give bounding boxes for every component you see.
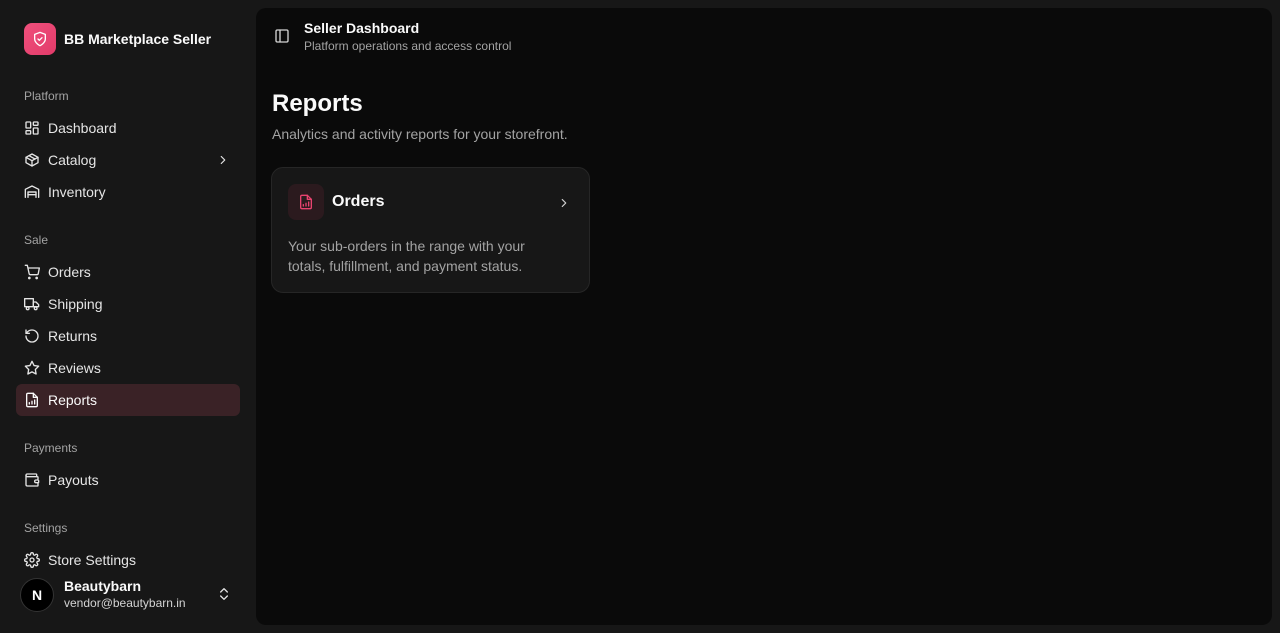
sidebar-item-label: Catalog xyxy=(48,152,97,168)
sidebar-item-label: Payouts xyxy=(48,472,99,488)
package-icon xyxy=(25,153,39,167)
group-label-settings: Settings xyxy=(24,521,68,535)
user-name: Beautybarn xyxy=(64,578,142,594)
chevron-right-icon xyxy=(220,155,226,165)
shield-icon xyxy=(24,23,56,55)
star-icon xyxy=(24,360,40,375)
file-chart-icon xyxy=(26,392,38,408)
wallet-icon xyxy=(25,473,40,487)
brand-name: BB Marketplace Seller xyxy=(64,31,212,47)
sidebar-item-payouts[interactable]: Payouts xyxy=(16,464,240,496)
sidebar-item-label: Orders xyxy=(48,264,91,280)
main-content: Seller Dashboard Platform operations and… xyxy=(256,8,1272,625)
page-description: Analytics and activity reports for your … xyxy=(272,126,568,142)
sidebar-item-orders[interactable]: Orders xyxy=(16,256,240,288)
card-description: Your sub-orders in the range with your t… xyxy=(288,238,525,274)
sidebar-item-catalog[interactable]: Catalog xyxy=(16,144,240,176)
truck-icon xyxy=(24,298,40,311)
sidebar-item-returns[interactable]: Returns xyxy=(16,320,240,352)
brand[interactable]: BB Marketplace Seller xyxy=(24,23,211,55)
file-chart-icon xyxy=(288,184,324,220)
user-email: vendor@beautybarn.in xyxy=(64,596,186,610)
sidebar-item-label: Shipping xyxy=(48,296,103,312)
sidebar-toggle-icon[interactable] xyxy=(274,28,290,44)
group-label-sale: Sale xyxy=(24,233,49,247)
cart-icon xyxy=(24,264,40,280)
sidebar-item-dashboard[interactable]: Dashboard xyxy=(16,112,240,144)
card-title: Orders xyxy=(332,193,385,210)
group-label-payments: Payments xyxy=(24,441,78,455)
dashboard-icon xyxy=(25,121,39,135)
sidebar-item-label: Reviews xyxy=(48,360,101,376)
sidebar-item-label: Store Settings xyxy=(48,552,136,568)
rotate-ccw-icon xyxy=(25,329,39,343)
chevron-right-icon xyxy=(561,198,567,208)
sidebar: BB Marketplace Seller Platform Dashboard… xyxy=(0,0,256,633)
sidebar-item-reports[interactable]: Reports xyxy=(16,384,240,416)
sidebar-item-reviews[interactable]: Reviews xyxy=(16,352,240,384)
report-card-orders[interactable]: Orders Your sub-orders in the range with… xyxy=(271,167,590,293)
topbar-subtitle: Platform operations and access control xyxy=(304,39,512,53)
sidebar-item-label: Dashboard xyxy=(48,120,117,136)
gear-icon xyxy=(24,552,40,568)
avatar: N xyxy=(20,578,54,612)
sidebar-item-label: Returns xyxy=(48,328,98,344)
sidebar-item-label: Inventory xyxy=(48,184,106,200)
sidebar-item-shipping[interactable]: Shipping xyxy=(16,288,240,320)
chevrons-up-down-icon xyxy=(220,588,228,600)
group-label-platform: Platform xyxy=(24,89,69,103)
nav-scroll-clip: Store Settings xyxy=(0,542,256,568)
warehouse-icon xyxy=(24,185,40,198)
sidebar-item-label: Reports xyxy=(48,392,98,408)
topbar-title: Seller Dashboard xyxy=(304,20,420,36)
sidebar-item-store-settings[interactable]: Store Settings xyxy=(16,544,240,568)
user-menu[interactable]: N Beautybarn vendor@beautybarn.in xyxy=(16,571,240,619)
page-title: Reports xyxy=(272,90,363,117)
sidebar-item-inventory[interactable]: Inventory xyxy=(16,176,240,208)
